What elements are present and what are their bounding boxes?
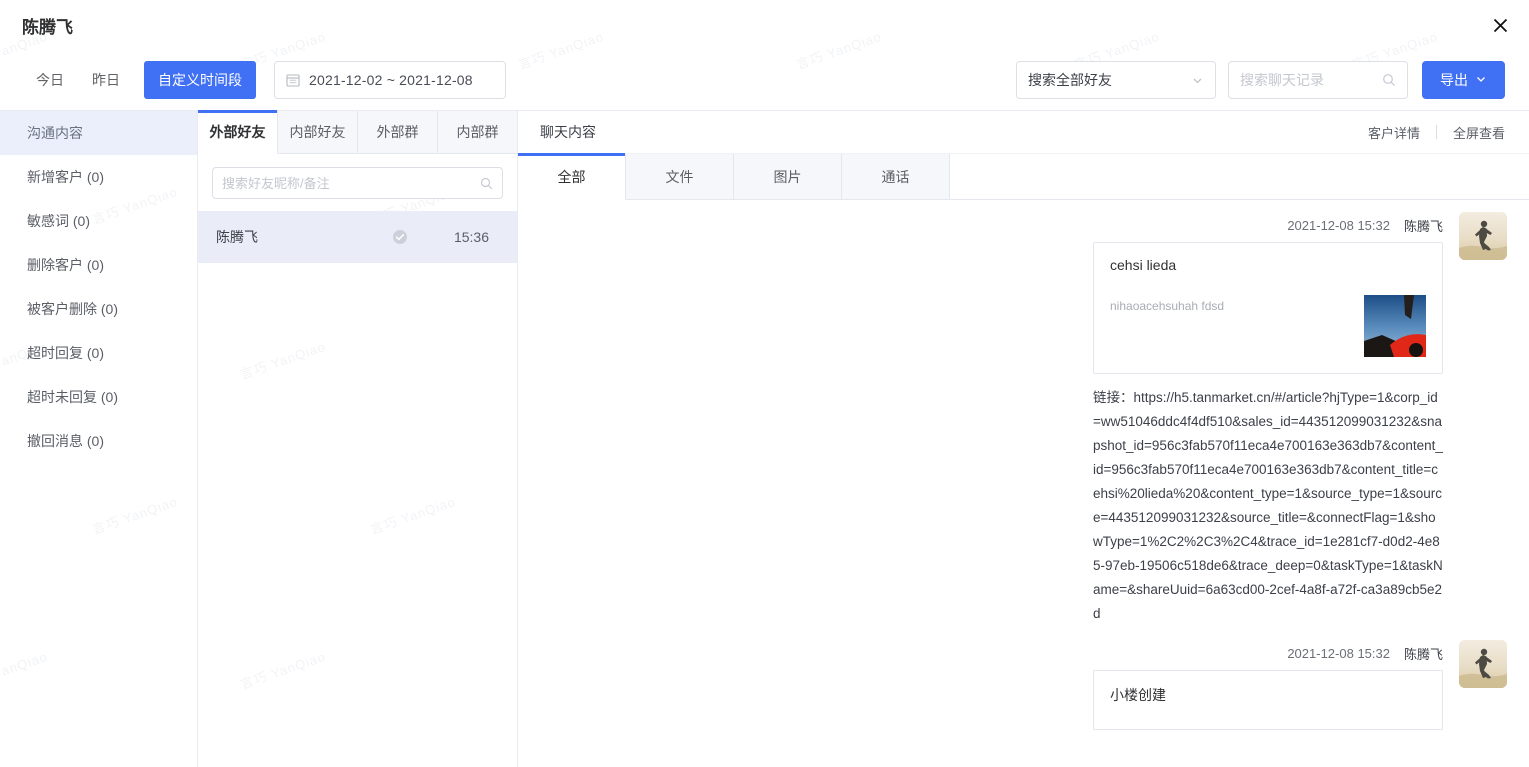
sidebar-item-label: 敏感词 (0) [27,213,90,229]
friends-tab-label: 外部好友 [209,124,266,140]
message-timestamp: 2021-12-08 15:32 [1287,218,1390,233]
message-timestamp: 2021-12-08 15:32 [1287,646,1390,661]
chat-panel: 聊天内容 客户详情 全屏查看 全部 文件 图片 通话 2021-12-08 15:32… [518,111,1529,767]
message-sender: 陈腾飞 [1403,647,1443,662]
fullscreen-link[interactable]: 全屏查看 [1453,123,1505,142]
main-body: 沟通内容新增客户 (0) 敏感词 (0) 删除客户 (0) 被客户删除 (0) 超时回复… [0,110,1529,767]
text-card: 小楼创建 [1093,670,1443,730]
message-item: 2021-12-08 15:32 陈腾飞小楼创建 [540,640,1507,730]
avatar [1459,640,1507,688]
sidebar-item-7[interactable]: 撤回消息 (0) [0,419,197,463]
customer-detail-link[interactable]: 客户详情 [1368,123,1420,142]
check-circle-icon [392,229,408,245]
chat-tab-1[interactable]: 文件 [626,154,734,199]
message-link-text: 链接：https://h5.tanmarket.cn/#/article?hjT… [1093,386,1443,626]
friends-tab-label: 外部群 [376,124,419,140]
calendar-icon [286,73,300,87]
message-meta: 2021-12-08 15:32 陈腾飞 [540,640,1507,688]
divider [1435,125,1437,139]
message-meta: 2021-12-08 15:32 陈腾飞 [540,212,1507,260]
link-card[interactable]: cehsi lieda nihaoacehsuhah fdsd [1093,242,1443,374]
search-icon [1382,73,1396,87]
sidebar-item-6[interactable]: 超时未回复 (0) [0,375,197,419]
chat-content-tabs: 全部 文件 图片 通话 [518,153,1529,200]
link-url[interactable]: https://h5.tanmarket.cn/#/article?hjType… [1093,390,1443,621]
sidebar-item-4[interactable]: 被客户删除 (0) [0,287,197,331]
friends-tab-2[interactable]: 外部群 [358,111,438,153]
custom-range-button[interactable]: 自定义时间段 [144,61,256,99]
today-button[interactable]: 今日 [22,63,78,97]
friends-tab-3[interactable]: 内部群 [438,111,517,153]
export-button[interactable]: 导出 [1422,61,1505,99]
link-label: 链接： [1093,390,1134,405]
chevron-down-icon [1191,74,1204,87]
message-item: 2021-12-08 15:32 陈腾飞 cehsi lieda nihaoacehs… [540,212,1507,626]
chat-search-box[interactable] [1228,61,1408,99]
message-body: cehsi lieda nihaoacehsuhah fdsd 链接：https:/… [1093,242,1443,626]
friend-search-input[interactable] [222,175,480,191]
toolbar-right-group: 搜索全部好友 导出 [1016,61,1505,99]
export-button-label: 导出 [1440,72,1468,88]
sidebar-item-1[interactable]: 新增客户 (0) [0,155,197,199]
search-icon [480,177,493,190]
message-sender: 陈腾飞 [1403,219,1443,234]
link-card-description: nihaoacehsuhah fdsd [1110,299,1225,313]
chat-tab-label: 通话 [881,168,910,185]
photo-thumbnail [1364,295,1426,357]
message-body: 小楼创建 [1093,670,1443,730]
sidebar-item-label: 沟通内容 [27,125,83,141]
chat-tab-label: 文件 [665,168,694,185]
friends-search-wrap [198,154,517,211]
title-bar: 陈腾飞 [0,0,1529,50]
friends-tab-0[interactable]: 外部好友 [198,110,278,154]
friends-list: 陈腾飞 15:36 [198,211,517,263]
friend-filter-select[interactable]: 搜索全部好友 [1016,61,1216,99]
friend-filter-value: 搜索全部好友 [1028,72,1112,88]
chat-tab-2[interactable]: 图片 [734,154,842,199]
sidebar-item-0[interactable]: 沟通内容 [0,111,197,155]
friends-tab-label: 内部好友 [289,124,346,140]
sidebar-item-label: 超时回复 (0) [27,345,104,361]
message-list: 2021-12-08 15:32 陈腾飞 cehsi lieda nihaoacehs… [518,200,1529,767]
chat-tab-0[interactable]: 全部 [518,153,626,200]
text-card-title: 小楼创建 [1110,687,1166,703]
tabs-filler [950,154,1529,199]
friends-tab-1[interactable]: 内部好友 [278,111,358,153]
friends-panel: 外部好友 内部好友 外部群 内部群 陈腾飞 15:36 [198,110,518,767]
chat-tab-label: 图片 [773,168,802,185]
page-title: 陈腾飞 [22,17,73,37]
date-range-input[interactable]: 2021-12-02 ~ 2021-12-08 [274,61,506,99]
sidebar-item-5[interactable]: 超时回复 (0) [0,331,197,375]
avatar [1459,212,1507,260]
filter-toolbar: 今日 昨日 自定义时间段 2021-12-02 ~ 2021-12-08 搜索全… [0,50,1529,111]
chat-header-actions: 客户详情 全屏查看 [1368,123,1505,142]
link-card-row: nihaoacehsuhah fdsd [1110,295,1426,357]
friends-tabs: 外部好友 内部好友 外部群 内部群 [198,110,517,154]
close-icon[interactable] [1485,10,1515,40]
sidebar-item-label: 被客户删除 (0) [27,301,118,317]
chat-tab-3[interactable]: 通话 [842,154,950,199]
yesterday-button[interactable]: 昨日 [78,63,134,97]
sidebar-item-2[interactable]: 敏感词 (0) [0,199,197,243]
friends-tab-label: 内部群 [456,124,499,140]
friend-list-item[interactable]: 陈腾飞 15:36 [198,211,517,263]
date-range-value: 2021-12-02 ~ 2021-12-08 [309,72,473,88]
app-window: 言巧 YanQiao言巧 YanQiao言巧 YanQiao言巧 YanQiao… [0,0,1529,767]
chat-tab-label: 全部 [557,168,586,185]
sidebar-item-label: 撤回消息 (0) [27,433,104,449]
sidebar: 沟通内容新增客户 (0) 敏感词 (0) 删除客户 (0) 被客户删除 (0) 超时回复… [0,111,198,767]
chat-search-input[interactable] [1240,72,1382,88]
chat-header: 聊天内容 客户详情 全屏查看 [518,111,1529,154]
friend-name: 陈腾飞 [216,229,258,245]
sidebar-item-3[interactable]: 删除客户 (0) [0,243,197,287]
sidebar-item-label: 新增客户 (0) [27,169,104,185]
friend-time: 15:36 [453,229,489,245]
link-card-title: cehsi lieda [1110,257,1177,273]
sidebar-item-label: 删除客户 (0) [27,257,104,273]
friend-search-box[interactable] [212,167,503,199]
sidebar-item-label: 超时未回复 (0) [27,389,118,405]
chat-header-title: 聊天内容 [540,124,596,140]
chevron-down-icon [1475,72,1487,88]
